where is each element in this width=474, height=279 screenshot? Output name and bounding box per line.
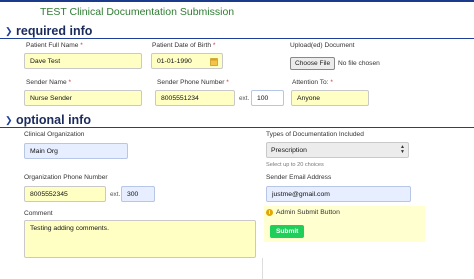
org-phone-input[interactable]: 8005552345 [24,186,106,202]
comment-label: Comment [24,210,53,217]
doc-types-selected: Prescription [271,146,307,154]
sender-phone-ext-input[interactable]: 100 [251,90,284,106]
doc-types-label: Types of Documentation Included [266,131,364,138]
upload-label: Upload(ed) Document [290,42,355,49]
updown-arrows-icon: ▲ ▼ [400,144,405,155]
sender-phone-ext-label: ext. [239,95,250,102]
admin-submit-button[interactable]: Submit [270,225,305,238]
attention-input[interactable]: Anyone [291,90,369,106]
clinical-org-input[interactable]: Main Org [24,143,128,159]
attention-label: Attention To: * [292,79,333,86]
dob-value: 01-01-1990 [157,57,192,65]
sender-phone-label: Sender Phone Number * [157,79,229,86]
doc-types-select[interactable]: Prescription ▲ ▼ [266,142,409,158]
app-title: TEST Clinical Documentation Submission [40,6,235,18]
file-status-text: No file chosen [338,60,380,67]
org-phone-ext-input[interactable]: 300 [121,186,155,202]
org-phone-label: Organization Phone Number [24,174,108,181]
chevron-down-icon: ❯ [5,114,13,125]
sender-name-input[interactable]: Nurse Sender [24,90,142,106]
section-header-required[interactable]: ❯ required info [0,24,474,39]
section-title-optional: optional info [16,113,91,127]
info-icon: i [266,209,273,216]
sender-phone-input[interactable]: 8005551234 [155,90,235,106]
sender-email-input[interactable]: justme@gmail.com [266,186,411,202]
doc-types-hint: Select up to 20 choices [266,162,324,168]
admin-submit-label: i Admin Submit Button [266,209,340,216]
section-title-required: required info [16,24,93,38]
sender-name-label: Sender Name * [26,79,72,86]
column-divider [262,258,263,279]
sender-email-label: Sender Email Address [266,174,332,181]
choose-file-button[interactable]: Choose File [290,57,336,70]
dob-label: Patient Date of Birth * [152,42,216,49]
patient-name-input[interactable]: Dave Test [24,53,142,69]
clinical-org-label: Clinical Organization [24,131,85,138]
org-phone-ext-label: ext. [110,191,121,198]
top-accent-strip [0,0,474,2]
calendar-icon[interactable] [210,57,218,66]
chevron-down-icon: ❯ [5,25,13,36]
dob-input[interactable]: 01-01-1990 [151,53,223,69]
patient-name-label: Patient Full Name * [26,42,83,49]
comment-textarea[interactable]: Testing adding comments. [24,220,256,258]
section-header-optional[interactable]: ❯ optional info [0,113,474,128]
